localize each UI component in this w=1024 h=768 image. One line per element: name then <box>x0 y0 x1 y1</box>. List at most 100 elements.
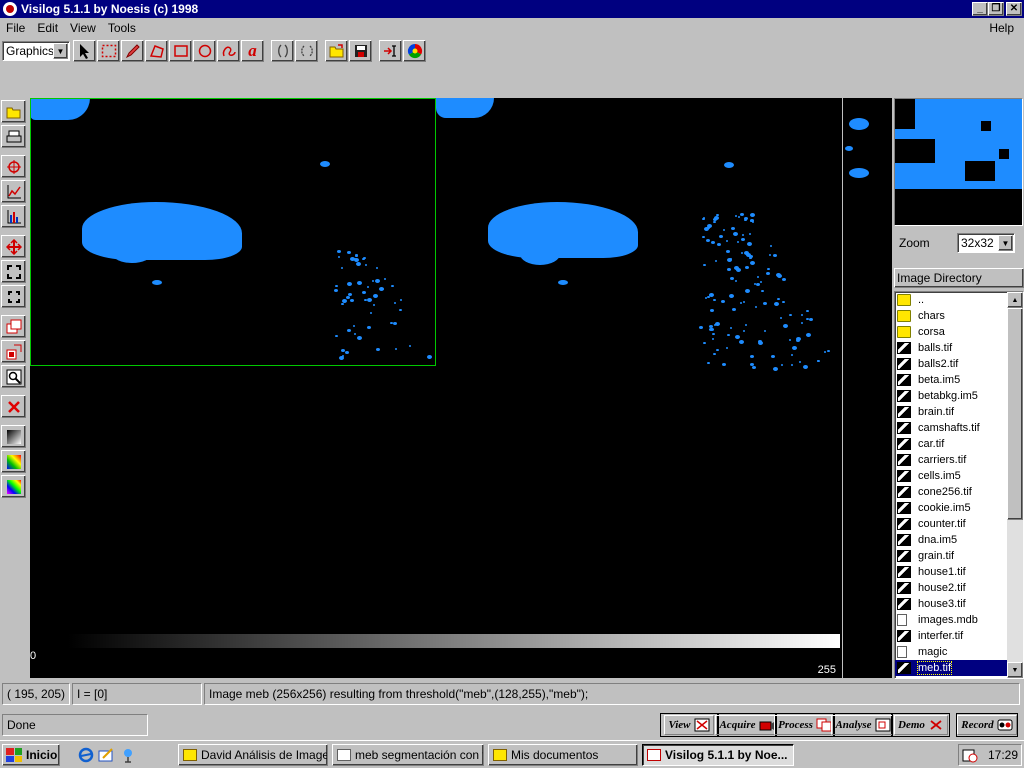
particle <box>798 361 801 364</box>
acquire-module-button[interactable]: Acquire <box>715 713 779 737</box>
open-graphics-button[interactable] <box>325 40 348 62</box>
taskbar-item-3[interactable]: Visilog 5.1.1 by Noe... <box>642 744 794 766</box>
restore-button[interactable]: ❐ <box>988 2 1004 16</box>
print-button[interactable] <box>1 125 26 148</box>
view-module-icon <box>694 718 709 732</box>
demo-module-button[interactable]: Demo <box>892 713 950 737</box>
outlook-express-icon[interactable] <box>98 747 114 763</box>
directory-item[interactable]: brain.tif <box>895 404 1023 420</box>
directory-item[interactable]: counter.tif <box>895 516 1023 532</box>
directory-item[interactable]: interfer.tif <box>895 628 1023 644</box>
tile-windows-button[interactable] <box>1 340 26 363</box>
directory-item[interactable]: beta.im5 <box>895 372 1023 388</box>
menu-file[interactable]: File <box>0 21 31 35</box>
histogram-button[interactable] <box>1 205 26 228</box>
directory-item[interactable]: betabkg.im5 <box>895 388 1023 404</box>
horizontal-flip-button[interactable] <box>271 40 294 62</box>
menu-help[interactable]: Help <box>983 21 1020 35</box>
directory-item[interactable]: house2.tif <box>895 580 1023 596</box>
minimize-button[interactable]: _ <box>972 2 988 16</box>
menu-tools[interactable]: Tools <box>102 21 142 35</box>
start-button[interactable]: Inicio <box>2 744 60 766</box>
rainbow-lut-button[interactable] <box>1 475 26 498</box>
insert-cursor-button[interactable] <box>379 40 402 62</box>
line-graph-icon <box>7 184 21 198</box>
directory-item[interactable]: carriers.tif <box>895 452 1023 468</box>
particle <box>803 364 809 369</box>
directory-item[interactable]: cone256.tif <box>895 484 1023 500</box>
mode-select[interactable]: Graphics ▼ <box>2 41 70 61</box>
move-button[interactable] <box>1 235 26 258</box>
app-icon[interactable] <box>3 2 17 16</box>
view-module-button[interactable]: View <box>660 713 718 737</box>
directory-item[interactable]: corsa <box>895 324 1023 340</box>
fit-frame-button[interactable] <box>1 285 26 308</box>
scroll-down-button[interactable]: ▼ <box>1007 662 1023 678</box>
scroll-thumb[interactable] <box>1007 308 1023 520</box>
image-directory-list[interactable]: .. chars corsa balls.tif balls2.tif beta.im5 b… <box>894 291 1024 679</box>
color-palette-button[interactable] <box>403 40 426 62</box>
scheduler-icon[interactable] <box>962 747 978 763</box>
open-image-button[interactable] <box>1 100 26 123</box>
chevron-down-icon[interactable]: ▼ <box>53 43 68 59</box>
scroll-up-button[interactable]: ▲ <box>1007 292 1023 308</box>
delete-button[interactable] <box>1 395 26 418</box>
thumbnail-strip[interactable] <box>843 98 892 678</box>
chevron-down-icon[interactable]: ▼ <box>998 235 1013 251</box>
close-button[interactable]: ✕ <box>1006 2 1022 16</box>
status-state-text: Done <box>7 718 36 732</box>
duplicate-window-button[interactable] <box>1 315 26 338</box>
text-tool-button[interactable]: a <box>241 40 264 62</box>
directory-item[interactable]: dna.im5 <box>895 532 1023 548</box>
analyse-module-button[interactable]: Analyse <box>831 713 895 737</box>
directory-item[interactable]: house3.tif <box>895 596 1023 612</box>
directory-item[interactable]: car.tif <box>895 436 1023 452</box>
menu-edit[interactable]: Edit <box>31 21 64 35</box>
color-lut-button[interactable] <box>1 450 26 473</box>
freehand-tool-button[interactable] <box>217 40 240 62</box>
record-module-button[interactable]: Record <box>956 713 1018 737</box>
channels-icon[interactable] <box>120 747 136 763</box>
pencil-tool-button[interactable] <box>121 40 144 62</box>
profile-button[interactable] <box>1 180 26 203</box>
particle <box>750 213 756 218</box>
directory-item[interactable]: camshafts.tif <box>895 420 1023 436</box>
zoom-select[interactable]: 32x32 ▼ <box>957 233 1015 253</box>
directory-item[interactable]: meb.tif <box>895 660 1023 676</box>
directory-item[interactable]: .. <box>895 292 1023 308</box>
image-file-icon <box>897 550 911 562</box>
ramp-min-label: 0 <box>30 650 37 662</box>
directory-item[interactable]: cells.im5 <box>895 468 1023 484</box>
crosshair-button[interactable] <box>1 155 26 178</box>
taskbar-item-0[interactable]: David Análisis de Imagen <box>178 744 328 766</box>
process-module-button[interactable]: Process <box>774 713 836 737</box>
taskbar-item-1[interactable]: meb segmentación con fi... <box>332 744 484 766</box>
ellipse-tool-button[interactable] <box>193 40 216 62</box>
directory-scrollbar[interactable]: ▲ ▼ <box>1007 292 1023 678</box>
image-canvas[interactable]: 0 255 <box>30 98 842 678</box>
particle <box>795 336 801 341</box>
directory-item[interactable]: balls2.tif <box>895 356 1023 372</box>
polygon-tool-button[interactable] <box>145 40 168 62</box>
gray-lut-button[interactable] <box>1 425 26 448</box>
particle <box>726 268 731 272</box>
save-graphics-button[interactable] <box>349 40 372 62</box>
directory-item-name: corsa <box>918 326 945 338</box>
directory-item[interactable]: grain.tif <box>895 548 1023 564</box>
directory-item[interactable]: images.mdb <box>895 612 1023 628</box>
pointer-tool-button[interactable] <box>73 40 96 62</box>
vertical-flip-button[interactable] <box>295 40 318 62</box>
directory-item[interactable]: house1.tif <box>895 564 1023 580</box>
directory-item[interactable]: cookie.im5 <box>895 500 1023 516</box>
zoom-in-frame-button[interactable] <box>1 260 26 283</box>
directory-item[interactable]: chars <box>895 308 1023 324</box>
menu-view[interactable]: View <box>64 21 102 35</box>
zoom-viewport-rectangle[interactable] <box>30 98 436 366</box>
taskbar-item-2[interactable]: Mis documentos <box>488 744 638 766</box>
rectangle-select-tool-button[interactable] <box>97 40 120 62</box>
directory-item[interactable]: balls.tif <box>895 340 1023 356</box>
magnify-button[interactable] <box>1 365 26 388</box>
directory-item[interactable]: magic <box>895 644 1023 660</box>
internet-explorer-icon[interactable] <box>78 747 94 763</box>
rectangle-tool-button[interactable] <box>169 40 192 62</box>
